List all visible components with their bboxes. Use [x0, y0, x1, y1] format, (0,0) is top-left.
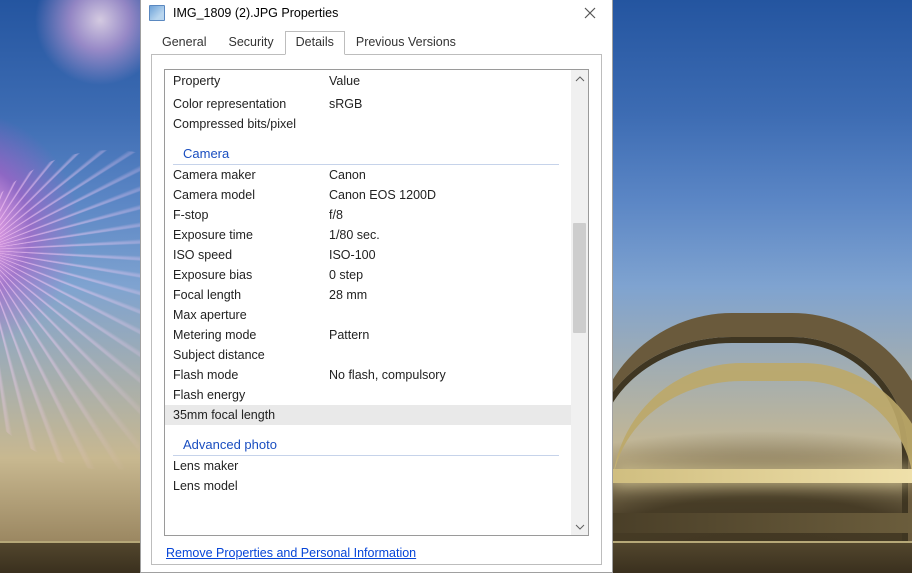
property-value: 0 step [329, 268, 563, 282]
remove-properties-link[interactable]: Remove Properties and Personal Informati… [166, 546, 601, 560]
property-name: 35mm focal length [173, 408, 329, 422]
property-name: Exposure time [173, 228, 329, 242]
details-list-container: Property Value Color representation sRGB… [164, 69, 589, 536]
property-name: Focal length [173, 288, 329, 302]
property-row[interactable]: Exposure bias0 step [165, 265, 571, 285]
property-name: Camera maker [173, 168, 329, 182]
property-name: Compressed bits/pixel [173, 117, 329, 131]
image-file-icon [149, 5, 165, 21]
property-row[interactable]: Camera modelCanon EOS 1200D [165, 185, 571, 205]
scroll-up-button[interactable] [571, 70, 588, 87]
scroll-down-button[interactable] [571, 518, 588, 535]
property-row[interactable]: F-stopf/8 [165, 205, 571, 225]
close-icon [584, 7, 596, 19]
property-name: Color representation [173, 97, 329, 111]
property-row[interactable]: Flash modeNo flash, compulsory [165, 365, 571, 385]
property-name: Lens model [173, 479, 329, 493]
property-name: Flash energy [173, 388, 329, 402]
tab-previous-versions[interactable]: Previous Versions [345, 31, 467, 55]
scrollbar-thumb[interactable] [573, 223, 586, 333]
property-row[interactable]: Lens maker [165, 456, 571, 476]
property-name: Subject distance [173, 348, 329, 362]
tab-details[interactable]: Details [285, 31, 345, 55]
property-value: ISO-100 [329, 248, 563, 262]
window-titlebar[interactable]: IMG_1809 (2).JPG Properties [141, 0, 612, 29]
property-row[interactable]: Camera makerCanon [165, 165, 571, 185]
window-title: IMG_1809 (2).JPG Properties [173, 6, 338, 20]
tab-security[interactable]: Security [217, 31, 284, 55]
column-header-value[interactable]: Value [329, 74, 563, 90]
property-value: Pattern [329, 328, 563, 342]
tab-general[interactable]: General [151, 31, 217, 55]
vertical-scrollbar[interactable] [571, 70, 588, 535]
property-name: F-stop [173, 208, 329, 222]
wallpaper-fireworks [0, 0, 140, 573]
property-row[interactable]: Metering modePattern [165, 325, 571, 345]
property-name: Flash mode [173, 368, 329, 382]
wallpaper-bridge [612, 153, 912, 573]
chevron-up-icon [575, 74, 585, 84]
property-row[interactable]: Flash energy [165, 385, 571, 405]
property-row[interactable]: 35mm focal length [165, 405, 571, 425]
property-name: Camera model [173, 188, 329, 202]
property-value: f/8 [329, 208, 563, 222]
property-value: Canon [329, 168, 563, 182]
property-value: 1/80 sec. [329, 228, 563, 242]
property-row[interactable]: Focal length28 mm [165, 285, 571, 305]
property-name: Exposure bias [173, 268, 329, 282]
properties-window: IMG_1809 (2).JPG Properties General Secu… [140, 0, 613, 573]
section-header-advanced-photo: Advanced photo [173, 431, 559, 456]
property-name: Lens maker [173, 459, 329, 473]
property-row[interactable]: Color representation sRGB [165, 94, 571, 114]
section-header-camera: Camera [173, 140, 559, 165]
chevron-down-icon [575, 522, 585, 532]
property-value: 28 mm [329, 288, 563, 302]
property-row[interactable]: Max aperture [165, 305, 571, 325]
property-row[interactable]: Exposure time1/80 sec. [165, 225, 571, 245]
property-name: Max aperture [173, 308, 329, 322]
column-header-property[interactable]: Property [173, 74, 329, 90]
list-header[interactable]: Property Value [165, 70, 571, 94]
property-row[interactable]: ISO speedISO-100 [165, 245, 571, 265]
property-row[interactable]: Lens model [165, 476, 571, 496]
property-list[interactable]: Property Value Color representation sRGB… [165, 70, 571, 535]
property-row[interactable]: Compressed bits/pixel [165, 114, 571, 134]
property-name: ISO speed [173, 248, 329, 262]
window-close-button[interactable] [568, 0, 612, 28]
property-value: sRGB [329, 97, 563, 111]
tab-content-panel: Property Value Color representation sRGB… [151, 54, 602, 565]
property-value: No flash, compulsory [329, 368, 563, 382]
property-name: Metering mode [173, 328, 329, 342]
property-row[interactable]: Subject distance [165, 345, 571, 365]
tabs-bar: General Security Details Previous Versio… [141, 29, 612, 55]
property-value: Canon EOS 1200D [329, 188, 563, 202]
